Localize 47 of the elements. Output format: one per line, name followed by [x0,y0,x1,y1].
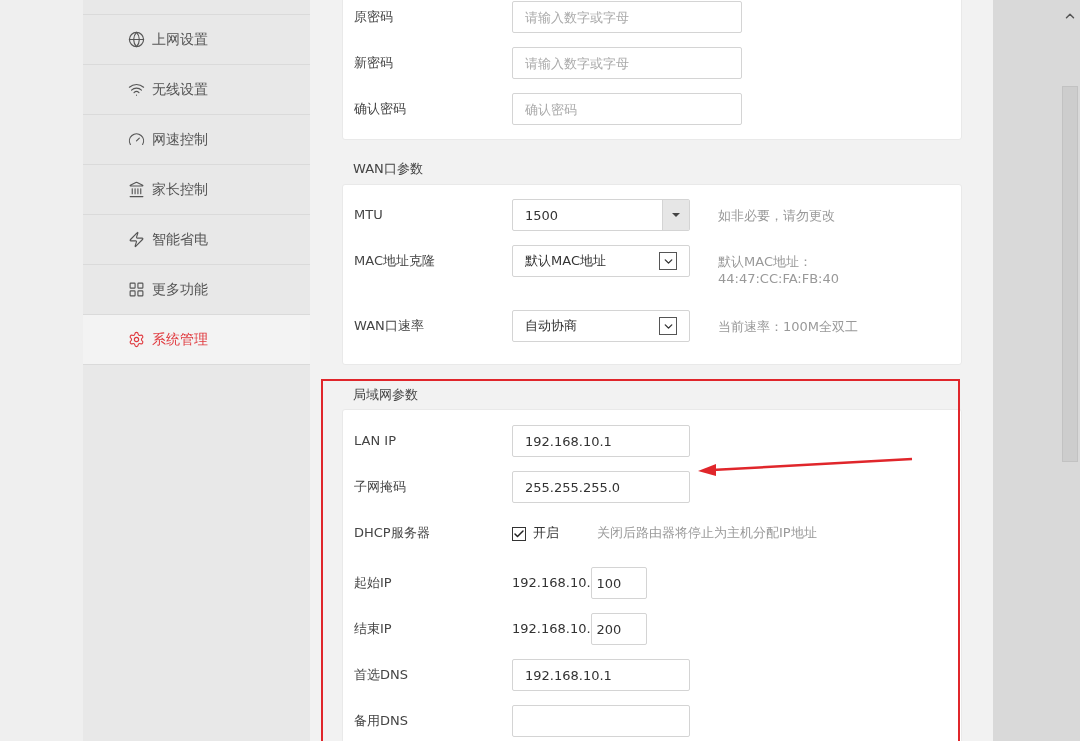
field-label: MAC地址克隆 [354,252,436,270]
globe-icon [128,31,145,48]
ip-prefix: 192.168.10. [512,574,591,592]
gauge-icon [128,131,145,148]
section-title: 局域网参数 [352,386,419,404]
hint-text: 如非必要，请勿更改 [717,207,835,224]
select-field[interactable]: 默认MAC地址 [512,245,690,277]
chevron-icon [659,317,677,335]
section-title: WAN口参数 [352,160,424,178]
arrow-icon [698,457,914,477]
hint-text: 关闭后路由器将停止为主机分配IP地址 [597,524,817,542]
input-field[interactable]: 请输入数字或字母 [512,1,742,33]
sidebar-item[interactable]: 系统管理 [83,315,310,365]
dropdown-button[interactable] [662,200,689,230]
field-label: MTU [354,206,384,224]
grid-icon [128,281,145,298]
field-label: 结束IP [354,620,393,638]
input-field[interactable]: 192.168.10.1 [512,659,690,691]
settings-icon [128,331,145,348]
input-field[interactable]: 255.255.255.0 [512,471,690,503]
mtu-combo-field[interactable]: 1500 [512,199,690,231]
lightning-icon [128,231,145,248]
field-label: 确认密码 [354,100,407,118]
hint-text: 默认MAC地址： 44:47:CC:FA:FB:40 [717,253,840,287]
field-label: WAN口速率 [354,317,425,335]
checkbox-label: 开启 [533,524,559,542]
input-field[interactable]: 请输入数字或字母 [512,47,742,79]
field-label: LAN IP [354,432,397,450]
wifi-icon [128,81,145,98]
field-label: 原密码 [354,8,394,26]
field-label: 起始IP [354,574,393,592]
caret-icon [672,213,680,217]
field-label: 新密码 [354,54,394,72]
field-label: 首选DNS [354,666,409,684]
input-field[interactable]: 200 [590,613,647,645]
checkbox[interactable] [512,527,526,541]
ip-prefix: 192.168.10. [512,620,591,638]
input-field[interactable]: 100 [590,567,647,599]
chevron-icon [659,252,677,270]
field-label: 子网掩码 [354,478,407,496]
input-field[interactable]: 192.168.10.1 [512,425,690,457]
field-label: 备用DNS [354,712,409,730]
input-field[interactable]: 确认密码 [512,93,742,125]
input-field[interactable] [512,705,690,737]
select-field[interactable]: 自动协商 [512,310,690,342]
hint-text: 当前速率：100M全双工 [717,318,859,335]
field-label: DHCP服务器 [354,524,431,542]
